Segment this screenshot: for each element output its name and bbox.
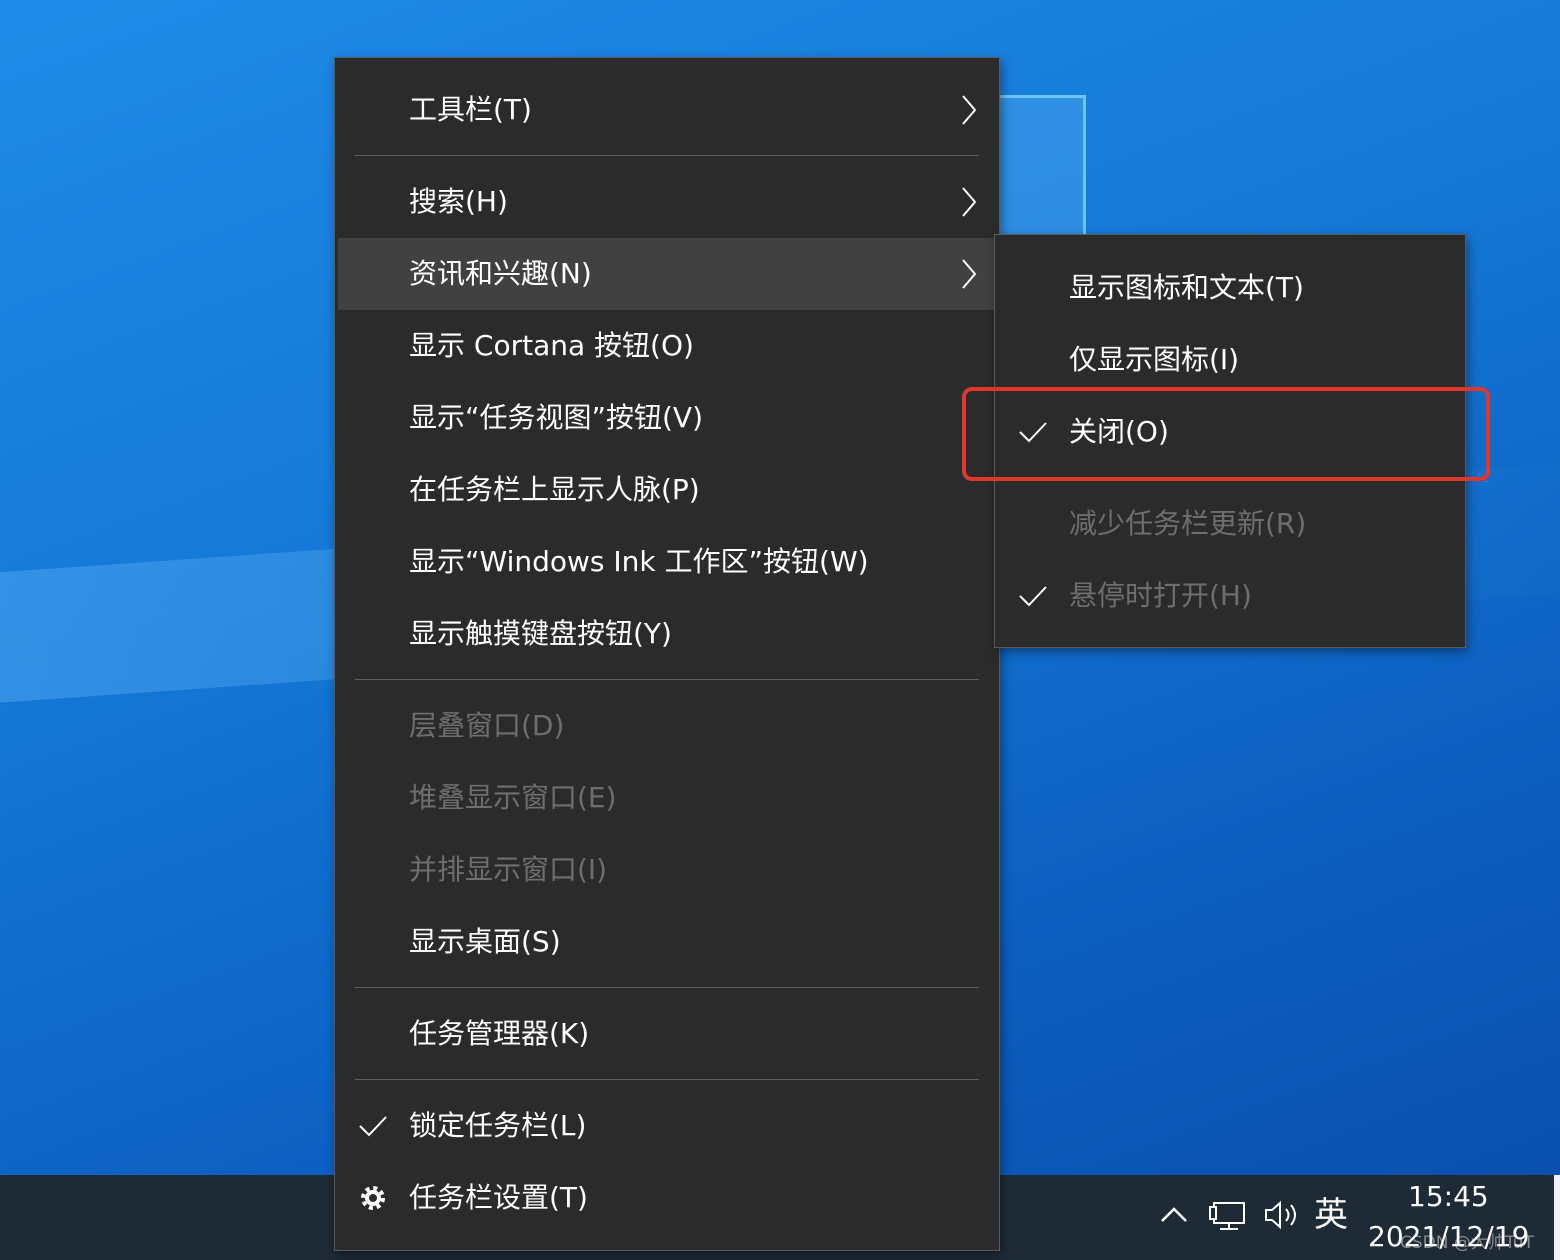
menu-item-label: 仅显示图标(I) [1069,343,1240,376]
chevron-right-icon [962,95,977,125]
menu-item-show-cortana[interactable]: 显示 Cortana 按钮(O) [335,310,999,382]
menu-item-news-and-interests[interactable]: 资讯和兴趣(N) [338,238,996,310]
menu-item-label: 工具栏(T) [409,93,532,126]
wallpaper-window-pane [990,95,1086,241]
menu-item-label: 任务栏设置(T) [409,1181,588,1214]
menu-item-label: 减少任务栏更新(R) [1069,507,1307,540]
ime-indicator[interactable]: 英 [1314,1195,1348,1235]
submenu-item-open-on-hover: 悬停时打开(H) [995,560,1465,632]
menu-item-label: 显示触摸键盘按钮(Y) [409,617,672,650]
menu-item-label: 任务管理器(K) [409,1017,590,1050]
chevron-right-icon [962,259,977,289]
show-desktop-edge[interactable] [1554,1175,1560,1260]
annotation-highlight-box [962,387,1490,481]
menu-item-label: 显示图标和文本(T) [1069,271,1304,304]
menu-item-task-manager[interactable]: 任务管理器(K) [335,998,999,1070]
menu-item-show-windows-ink[interactable]: 显示“Windows Ink 工作区”按钮(W) [335,526,999,598]
submenu-item-show-icon-and-text[interactable]: 显示图标和文本(T) [995,252,1465,324]
watermark: CSDN @大帅TuT [1400,1233,1534,1253]
submenu-item-show-icon-only[interactable]: 仅显示图标(I) [995,324,1465,396]
menu-item-label: 在任务栏上显示人脉(P) [409,473,700,506]
menu-item-label: 资讯和兴趣(N) [409,257,592,290]
menu-item-label: 并排显示窗口(I) [409,853,608,886]
taskbar-context-menu: 工具栏(T) 搜索(H) 资讯和兴趣(N) 显示 Cortana 按钮(O) 显… [334,57,1000,1251]
menu-item-label: 显示“Windows Ink 工作区”按钮(W) [409,545,869,578]
volume-icon[interactable] [1262,1195,1304,1244]
menu-item-show-task-view[interactable]: 显示“任务视图”按钮(V) [335,382,999,454]
submenu-item-reduce-updates: 减少任务栏更新(R) [995,488,1465,560]
gear-icon [361,1186,385,1210]
menu-item-toolbars[interactable]: 工具栏(T) [335,74,999,146]
menu-item-cascade-windows: 层叠窗口(D) [335,690,999,762]
menu-item-label: 显示 Cortana 按钮(O) [409,329,694,362]
network-icon[interactable] [1208,1195,1248,1244]
chevron-up-icon[interactable] [1158,1195,1190,1244]
menu-item-label: 搜索(H) [409,185,508,218]
menu-item-label: 锁定任务栏(L) [409,1109,587,1142]
menu-item-show-touch-keyboard[interactable]: 显示触摸键盘按钮(Y) [335,598,999,670]
checkmark-icon [359,1116,387,1137]
chevron-right-icon [962,187,977,217]
menu-item-label: 悬停时打开(H) [1069,579,1252,612]
menu-separator [355,1079,979,1080]
menu-separator [355,679,979,680]
menu-item-label: 显示桌面(S) [409,925,561,958]
menu-item-show-desktop[interactable]: 显示桌面(S) [335,906,999,978]
menu-item-stack-windows: 堆叠显示窗口(E) [335,762,999,834]
menu-item-side-by-side: 并排显示窗口(I) [335,834,999,906]
checkmark-icon [1019,586,1047,607]
menu-separator [355,155,979,156]
menu-item-search[interactable]: 搜索(H) [335,166,999,238]
menu-item-label: 显示“任务视图”按钮(V) [409,401,704,434]
menu-item-taskbar-settings[interactable]: 任务栏设置(T) [335,1162,999,1234]
menu-item-lock-taskbar[interactable]: 锁定任务栏(L) [335,1090,999,1162]
menu-item-label: 层叠窗口(D) [409,709,565,742]
menu-item-label: 堆叠显示窗口(E) [409,781,617,814]
menu-item-show-people[interactable]: 在任务栏上显示人脉(P) [335,454,999,526]
clock-time[interactable]: 15:45 [1408,1180,1489,1213]
menu-separator [355,987,979,988]
